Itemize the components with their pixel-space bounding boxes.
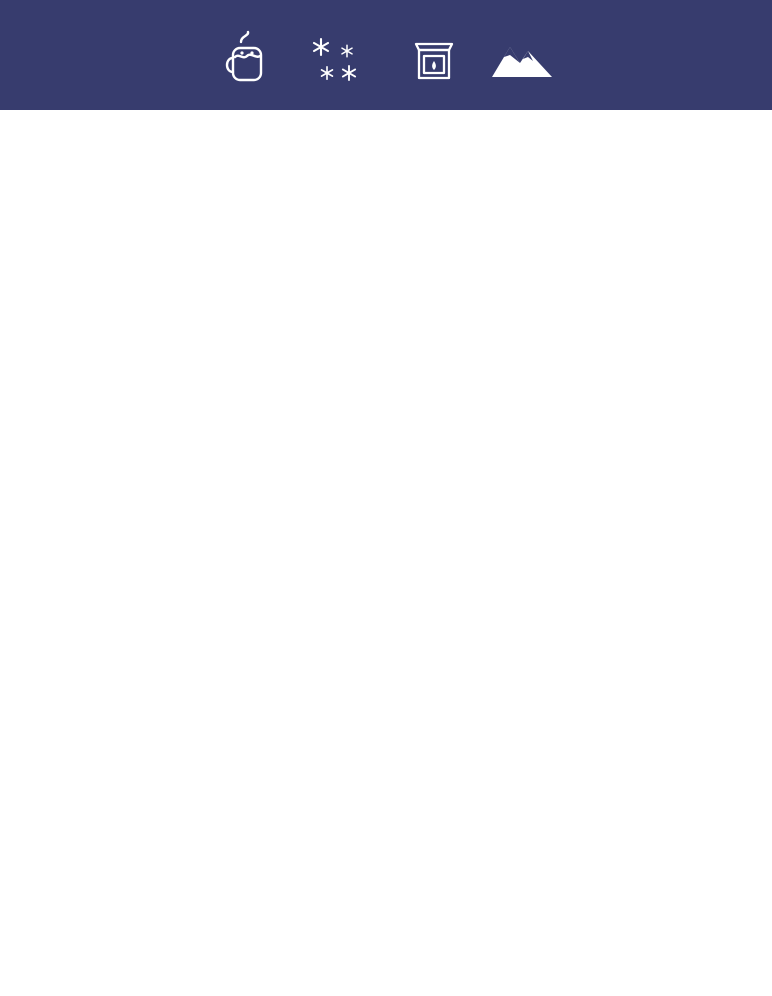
hot-cocoa-mug-icon [205,28,291,90]
snowflakes-icon [291,31,379,87]
column-headers-row [0,236,772,250]
checklist-sheet [0,110,772,996]
mountains-icon [477,37,567,81]
fireplace-icon [391,34,477,84]
page-header [0,0,772,110]
title-block [379,56,391,62]
